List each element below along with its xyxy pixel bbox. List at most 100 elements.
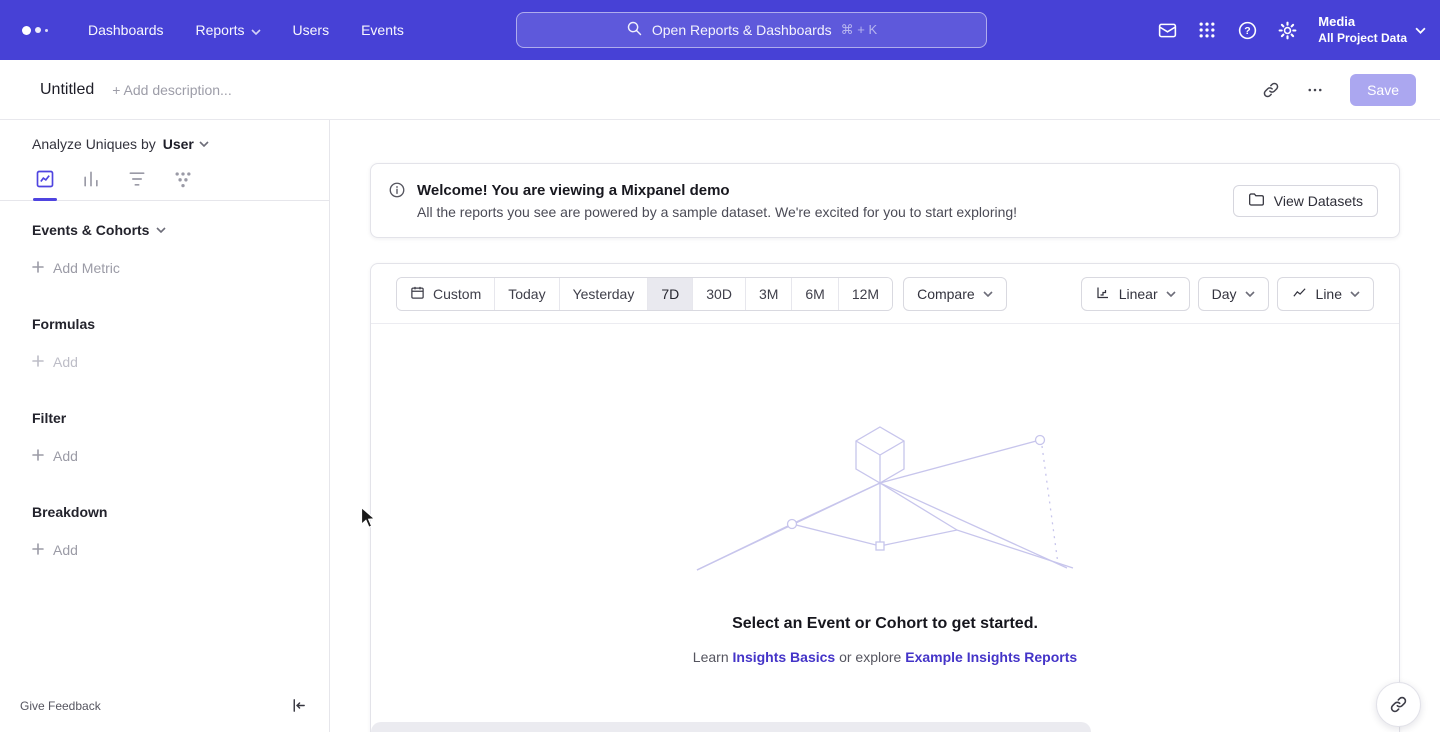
more-options-icon[interactable] (1298, 73, 1332, 107)
messages-icon[interactable] (1150, 13, 1184, 47)
date-range-label: 30D (706, 286, 732, 302)
nav-item-label: Users (293, 22, 330, 38)
mixpanel-logo-icon[interactable] (22, 26, 48, 35)
analyze-label: Analyze Uniques by (32, 136, 156, 152)
give-feedback-link[interactable]: Give Feedback (20, 699, 101, 713)
sidebar-footer: Give Feedback (0, 683, 329, 732)
add-metric-label: Add Metric (53, 260, 120, 276)
date-range-custom[interactable]: Custom (397, 278, 495, 310)
chart-controls-bar: Custom Today Yesterday 7D 30D 3M 6M 12M … (371, 264, 1399, 324)
add-metric-button[interactable]: Add Metric (0, 260, 329, 276)
add-filter-label: Add (53, 448, 78, 464)
events-cohorts-section[interactable]: Events & Cohorts (0, 201, 329, 238)
tab-funnel-icon[interactable] (122, 169, 152, 200)
date-range-30d[interactable]: 30D (693, 278, 746, 310)
project-name: Media (1318, 14, 1407, 31)
settings-gear-icon[interactable] (1270, 13, 1304, 47)
apps-grid-icon[interactable] (1190, 13, 1224, 47)
date-range-3m[interactable]: 3M (746, 278, 792, 310)
banner-body: All the reports you see are powered by a… (417, 204, 1017, 220)
copy-link-icon[interactable] (1254, 73, 1288, 107)
banner-text: Welcome! You are viewing a Mixpanel demo… (417, 182, 1017, 220)
chart-type-dropdown[interactable]: Line (1277, 277, 1374, 311)
date-range-12m[interactable]: 12M (839, 278, 892, 310)
help-icon[interactable]: ? (1230, 13, 1264, 47)
bottom-panel-edge (371, 722, 1091, 732)
line-chart-icon (1291, 285, 1308, 303)
compare-label: Compare (917, 286, 975, 302)
interval-dropdown[interactable]: Day (1198, 277, 1269, 311)
share-link-fab[interactable] (1376, 682, 1421, 727)
nav-item-label: Dashboards (88, 22, 164, 38)
save-button[interactable]: Save (1350, 74, 1416, 106)
tab-insights-icon[interactable] (30, 169, 60, 200)
search-shortcut: ⌘ + K (841, 22, 878, 38)
empty-state-links: Learn Insights Basics or explore Example… (371, 649, 1399, 665)
nav-item-events[interactable]: Events (345, 0, 420, 60)
learn-prefix: Learn (693, 649, 733, 665)
scale-dropdown[interactable]: Linear (1081, 277, 1190, 311)
project-switcher[interactable]: Media All Project Data (1318, 14, 1426, 46)
linear-scale-icon (1095, 285, 1111, 303)
chevron-down-icon (1350, 291, 1360, 297)
filter-section-title: Filter (0, 410, 329, 426)
empty-state-illustration (695, 424, 1075, 576)
interval-label: Day (1212, 286, 1237, 302)
plus-icon (32, 542, 44, 558)
date-range-yesterday[interactable]: Yesterday (560, 278, 649, 310)
links-connector: or explore (835, 649, 905, 665)
chart-type-label: Line (1316, 286, 1342, 302)
formulas-section-title: Formulas (0, 316, 329, 332)
folder-icon (1248, 192, 1265, 210)
analyze-by-value: User (163, 136, 194, 152)
report-canvas: Welcome! You are viewing a Mixpanel demo… (330, 120, 1440, 732)
add-breakdown-button[interactable]: Add (0, 542, 329, 558)
report-title[interactable]: Untitled (40, 81, 94, 99)
query-builder-sidebar: Analyze Uniques by User Events & Cohorts (0, 120, 330, 732)
plus-icon (32, 448, 44, 464)
tab-bar-chart-icon[interactable] (76, 169, 106, 200)
add-formula-label: Add (53, 354, 78, 370)
search-placeholder: Open Reports & Dashboards (652, 22, 832, 38)
add-filter-button[interactable]: Add (0, 448, 329, 464)
date-range-6m[interactable]: 6M (792, 278, 838, 310)
nav-item-users[interactable]: Users (277, 0, 346, 60)
chevron-down-icon (1415, 21, 1426, 39)
date-range-label: 6M (805, 286, 824, 302)
nav-right-cluster: ? Media All Project Data (1150, 0, 1426, 60)
nav-item-label: Events (361, 22, 404, 38)
insights-basics-link[interactable]: Insights Basics (733, 649, 836, 665)
view-datasets-button[interactable]: View Datasets (1233, 185, 1378, 217)
date-range-label: 3M (759, 286, 778, 302)
empty-state-title: Select an Event or Cohort to get started… (371, 615, 1399, 633)
view-datasets-label: View Datasets (1274, 193, 1363, 209)
date-range-7d[interactable]: 7D (648, 278, 693, 310)
date-range-label: Today (508, 286, 545, 302)
chevron-down-icon (1245, 291, 1255, 297)
example-reports-link[interactable]: Example Insights Reports (905, 649, 1077, 665)
date-range-today[interactable]: Today (495, 278, 559, 310)
welcome-banner: Welcome! You are viewing a Mixpanel demo… (370, 163, 1400, 238)
events-cohorts-label: Events & Cohorts (32, 222, 149, 238)
global-search-bar[interactable]: Open Reports & Dashboards ⌘ + K (516, 12, 987, 48)
report-header: Untitled + Add description... Save (0, 60, 1440, 120)
add-formula-button[interactable]: Add (0, 354, 329, 370)
chevron-down-icon (251, 22, 261, 38)
date-range-segmented-control: Custom Today Yesterday 7D 30D 3M 6M 12M (396, 277, 893, 311)
nav-item-dashboards[interactable]: Dashboards (72, 0, 180, 60)
compare-dropdown[interactable]: Compare (903, 277, 1007, 311)
scale-label: Linear (1119, 286, 1158, 302)
chevron-down-icon (983, 291, 993, 297)
add-description-field[interactable]: + Add description... (112, 82, 231, 98)
svg-text:?: ? (1244, 25, 1250, 37)
tab-flows-icon[interactable] (168, 169, 198, 200)
analyze-by-dropdown[interactable]: User (163, 136, 209, 152)
chart-display-controls: Linear Day Line (1081, 277, 1374, 311)
chevron-down-icon (199, 141, 209, 147)
project-subtitle: All Project Data (1318, 31, 1407, 47)
nav-item-reports[interactable]: Reports (180, 0, 277, 60)
date-range-label: 7D (661, 286, 679, 302)
chevron-down-icon (1166, 291, 1176, 297)
collapse-sidebar-icon[interactable] (290, 697, 307, 714)
plus-icon (32, 260, 44, 276)
